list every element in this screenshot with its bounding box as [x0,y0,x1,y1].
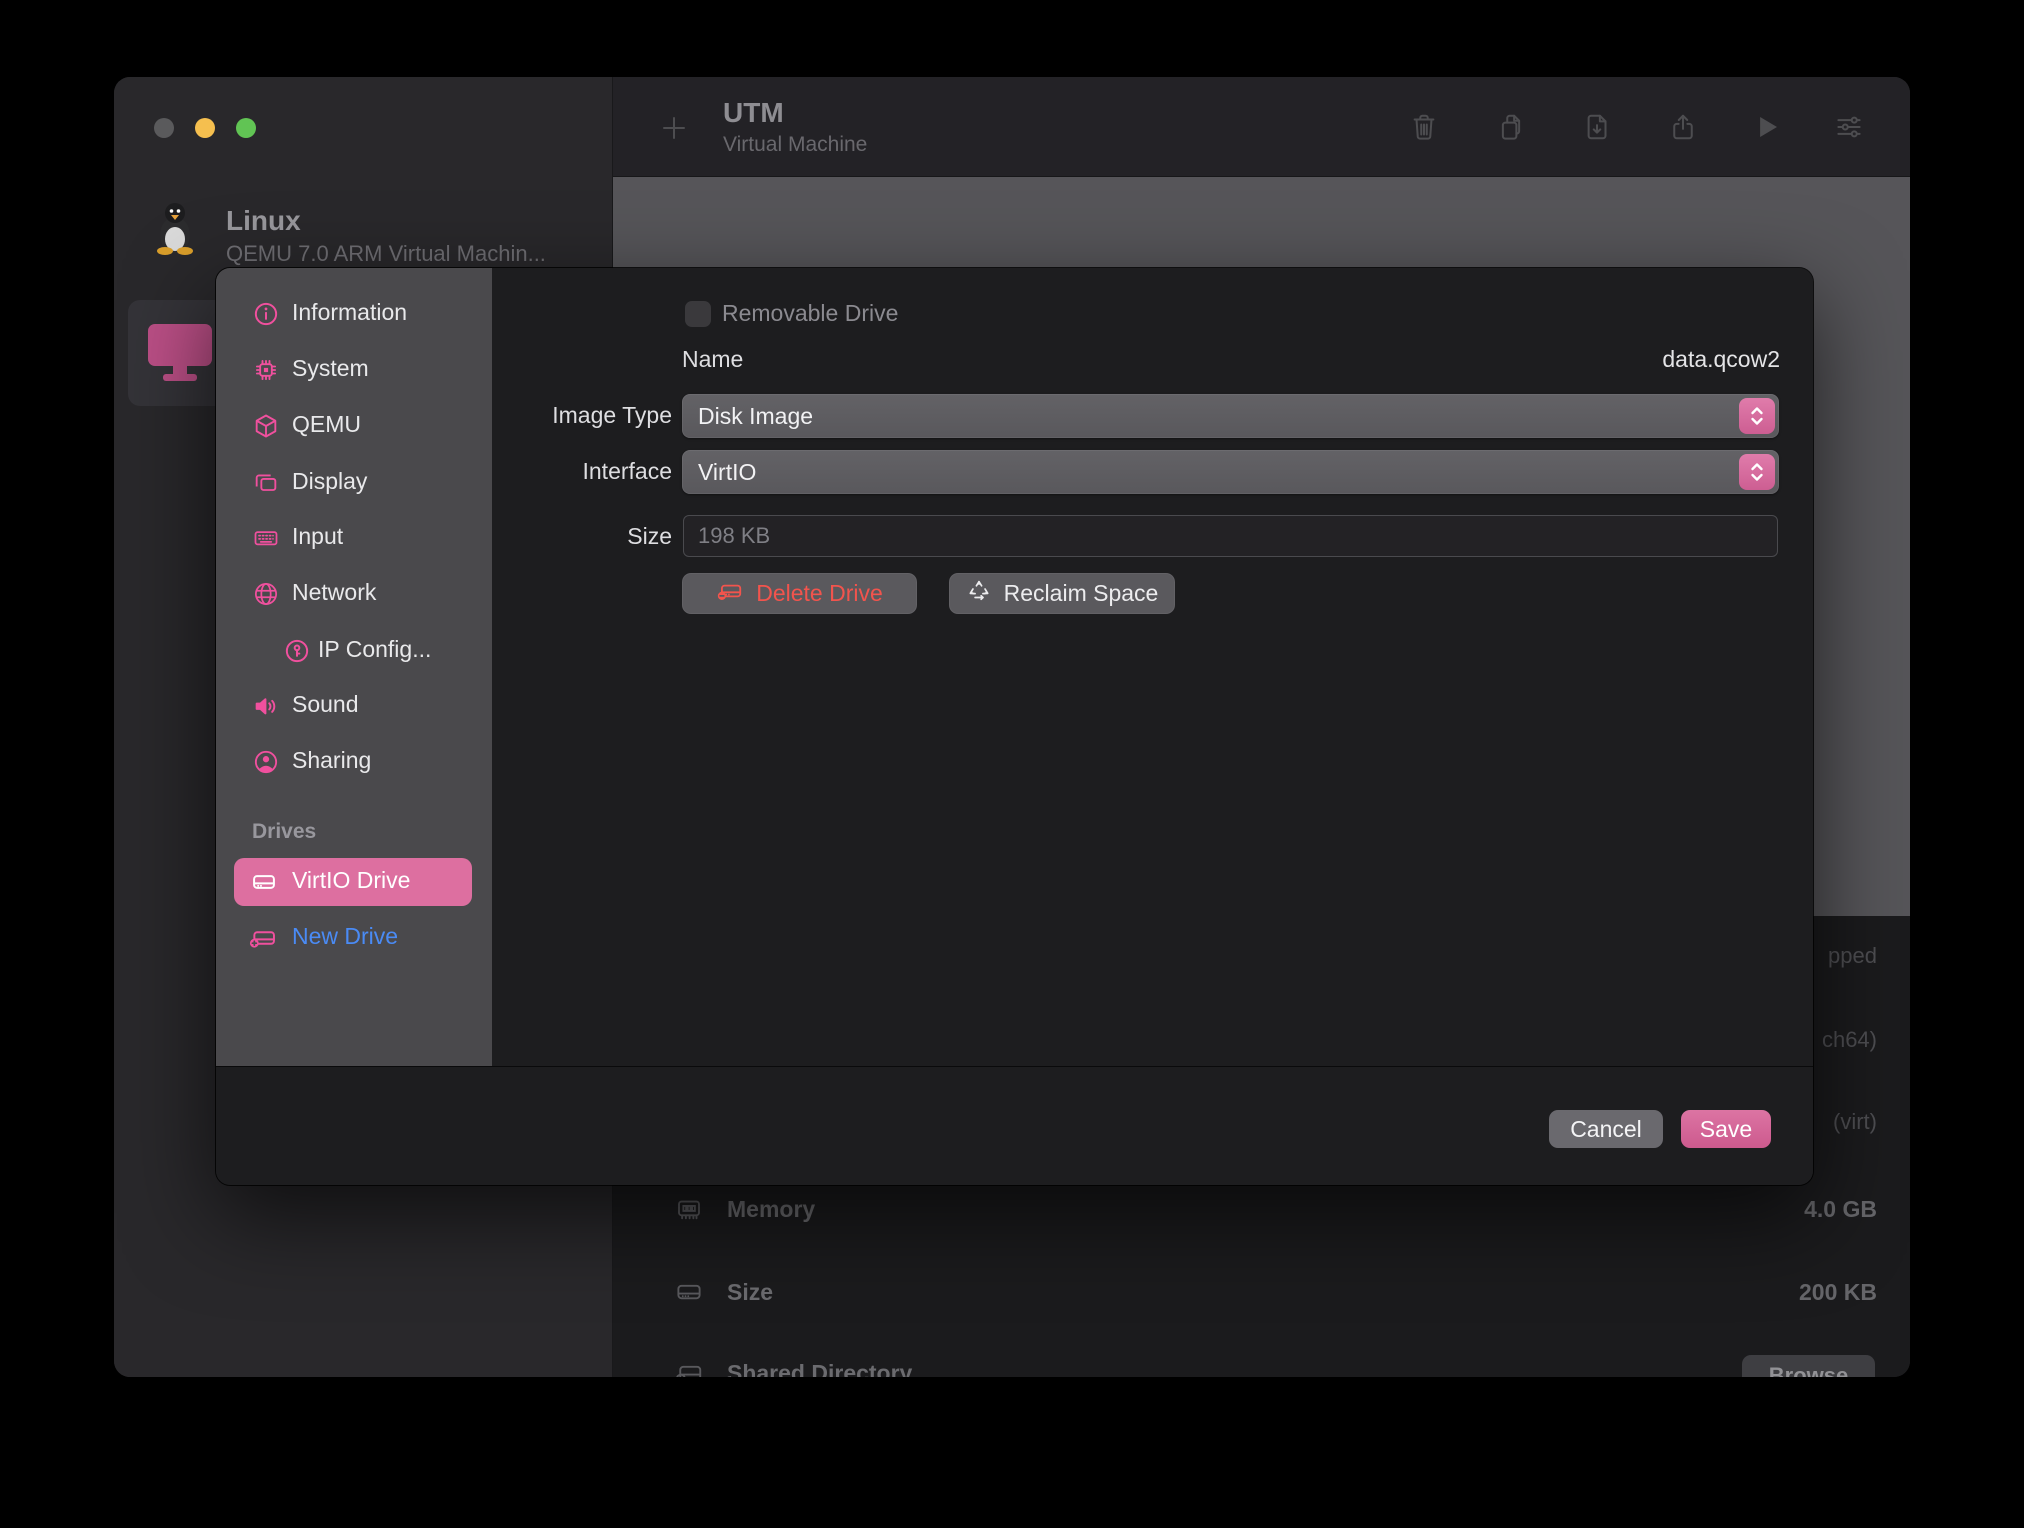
memory-row-label: Memory [727,1196,815,1223]
memory-row-value: 4.0 GB [1804,1196,1877,1223]
memory-chip-icon [674,1194,704,1229]
settings-sliders-icon[interactable] [1834,112,1864,147]
cancel-button[interactable]: Cancel [1549,1110,1663,1148]
name-value: data.qcow2 [1662,346,1780,373]
tux-penguin-icon [152,199,198,255]
keyboard-icon [252,524,280,552]
person-circle-icon [252,748,280,776]
toolbar-title: UTM [723,97,784,129]
dialog-sidebar: Information System QEMU Display [216,268,492,1066]
vm-machine-value-clipped: (virt) [1833,1109,1877,1135]
size-input[interactable]: 198 KB [683,515,1778,557]
window-zoom-button[interactable] [236,118,256,138]
sidebar-item-qemu[interactable]: QEMU [216,398,492,454]
display-windows-icon [252,469,280,497]
shared-directory-row-label: Shared Directory [727,1360,912,1377]
desktop: Linux QEMU 7.0 ARM Virtual Machin... UTM [0,0,2024,1528]
drive-size-icon [674,1277,704,1312]
size-label: Size [492,523,672,550]
delete-vm-trash-icon[interactable] [1409,112,1439,147]
speaker-icon [252,692,280,720]
clone-vm-copy-icon[interactable] [1496,112,1526,147]
info-icon [252,300,280,328]
drive-icon [250,868,278,896]
vm-architecture-value-clipped: ch64) [1822,1027,1877,1053]
sidebar-item-ip-config[interactable]: IP Config... [216,623,492,679]
drives-section-header: Drives [252,820,316,844]
delete-drive-minus-icon [716,578,744,609]
sidebar-item-input[interactable]: Input [216,510,492,566]
vm-status-value-clipped: pped [1828,943,1877,969]
size-row-value: 200 KB [1799,1279,1877,1306]
interface-label: Interface [492,458,672,485]
export-vm-download-icon[interactable] [1583,112,1613,147]
reclaim-space-button[interactable]: Reclaim Space [949,573,1175,614]
drive-settings-dialog: Information System QEMU Display [216,268,1813,1185]
cpu-chip-icon [252,356,280,384]
interface-select[interactable]: VirtIO [682,450,1779,494]
globe-icon [252,580,280,608]
run-vm-play-icon[interactable] [1752,112,1782,147]
monitor-icon [143,316,217,391]
toolbar-subtitle: Virtual Machine [723,133,867,157]
sidebar-item-new-drive[interactable]: New Drive [216,910,492,966]
removable-drive-label: Removable Drive [722,300,898,327]
image-type-label: Image Type [492,402,672,429]
dialog-content: Removable Drive Name data.qcow2 Image Ty… [492,268,1813,1066]
window-close-button[interactable] [154,118,174,138]
sidebar-item-network[interactable]: Network [216,566,492,622]
delete-drive-button[interactable]: Delete Drive [682,573,917,614]
shared-directory-icon [674,1358,704,1377]
new-drive-plus-icon [248,924,278,952]
new-vm-plus-icon[interactable] [659,113,689,148]
share-icon[interactable] [1668,112,1698,147]
size-row-label: Size [727,1279,773,1306]
chevron-up-down-icon [1739,454,1775,490]
sidebar-item-display[interactable]: Display [216,455,492,511]
image-type-select[interactable]: Disk Image [682,394,1779,438]
sidebar-item-sound[interactable]: Sound [216,678,492,734]
window-minimize-button[interactable] [195,118,215,138]
removable-drive-checkbox[interactable] [685,301,711,327]
cube-icon [252,412,280,440]
name-label: Name [682,346,743,373]
key-circle-icon [283,637,311,665]
sidebar-item-virtio-drive[interactable]: VirtIO Drive [234,858,472,906]
browse-button[interactable]: Browse [1742,1355,1875,1377]
window-toolbar: UTM Virtual Machine [613,77,1910,177]
vm-name: Linux [226,205,301,237]
sidebar-item-information[interactable]: Information [216,286,492,342]
chevron-up-down-icon [1739,398,1775,434]
save-button[interactable]: Save [1681,1110,1771,1148]
sidebar-item-sharing[interactable]: Sharing [216,734,492,790]
sidebar-item-system[interactable]: System [216,342,492,398]
recycle-icon [966,578,992,609]
vm-description: QEMU 7.0 ARM Virtual Machin... [226,241,546,267]
